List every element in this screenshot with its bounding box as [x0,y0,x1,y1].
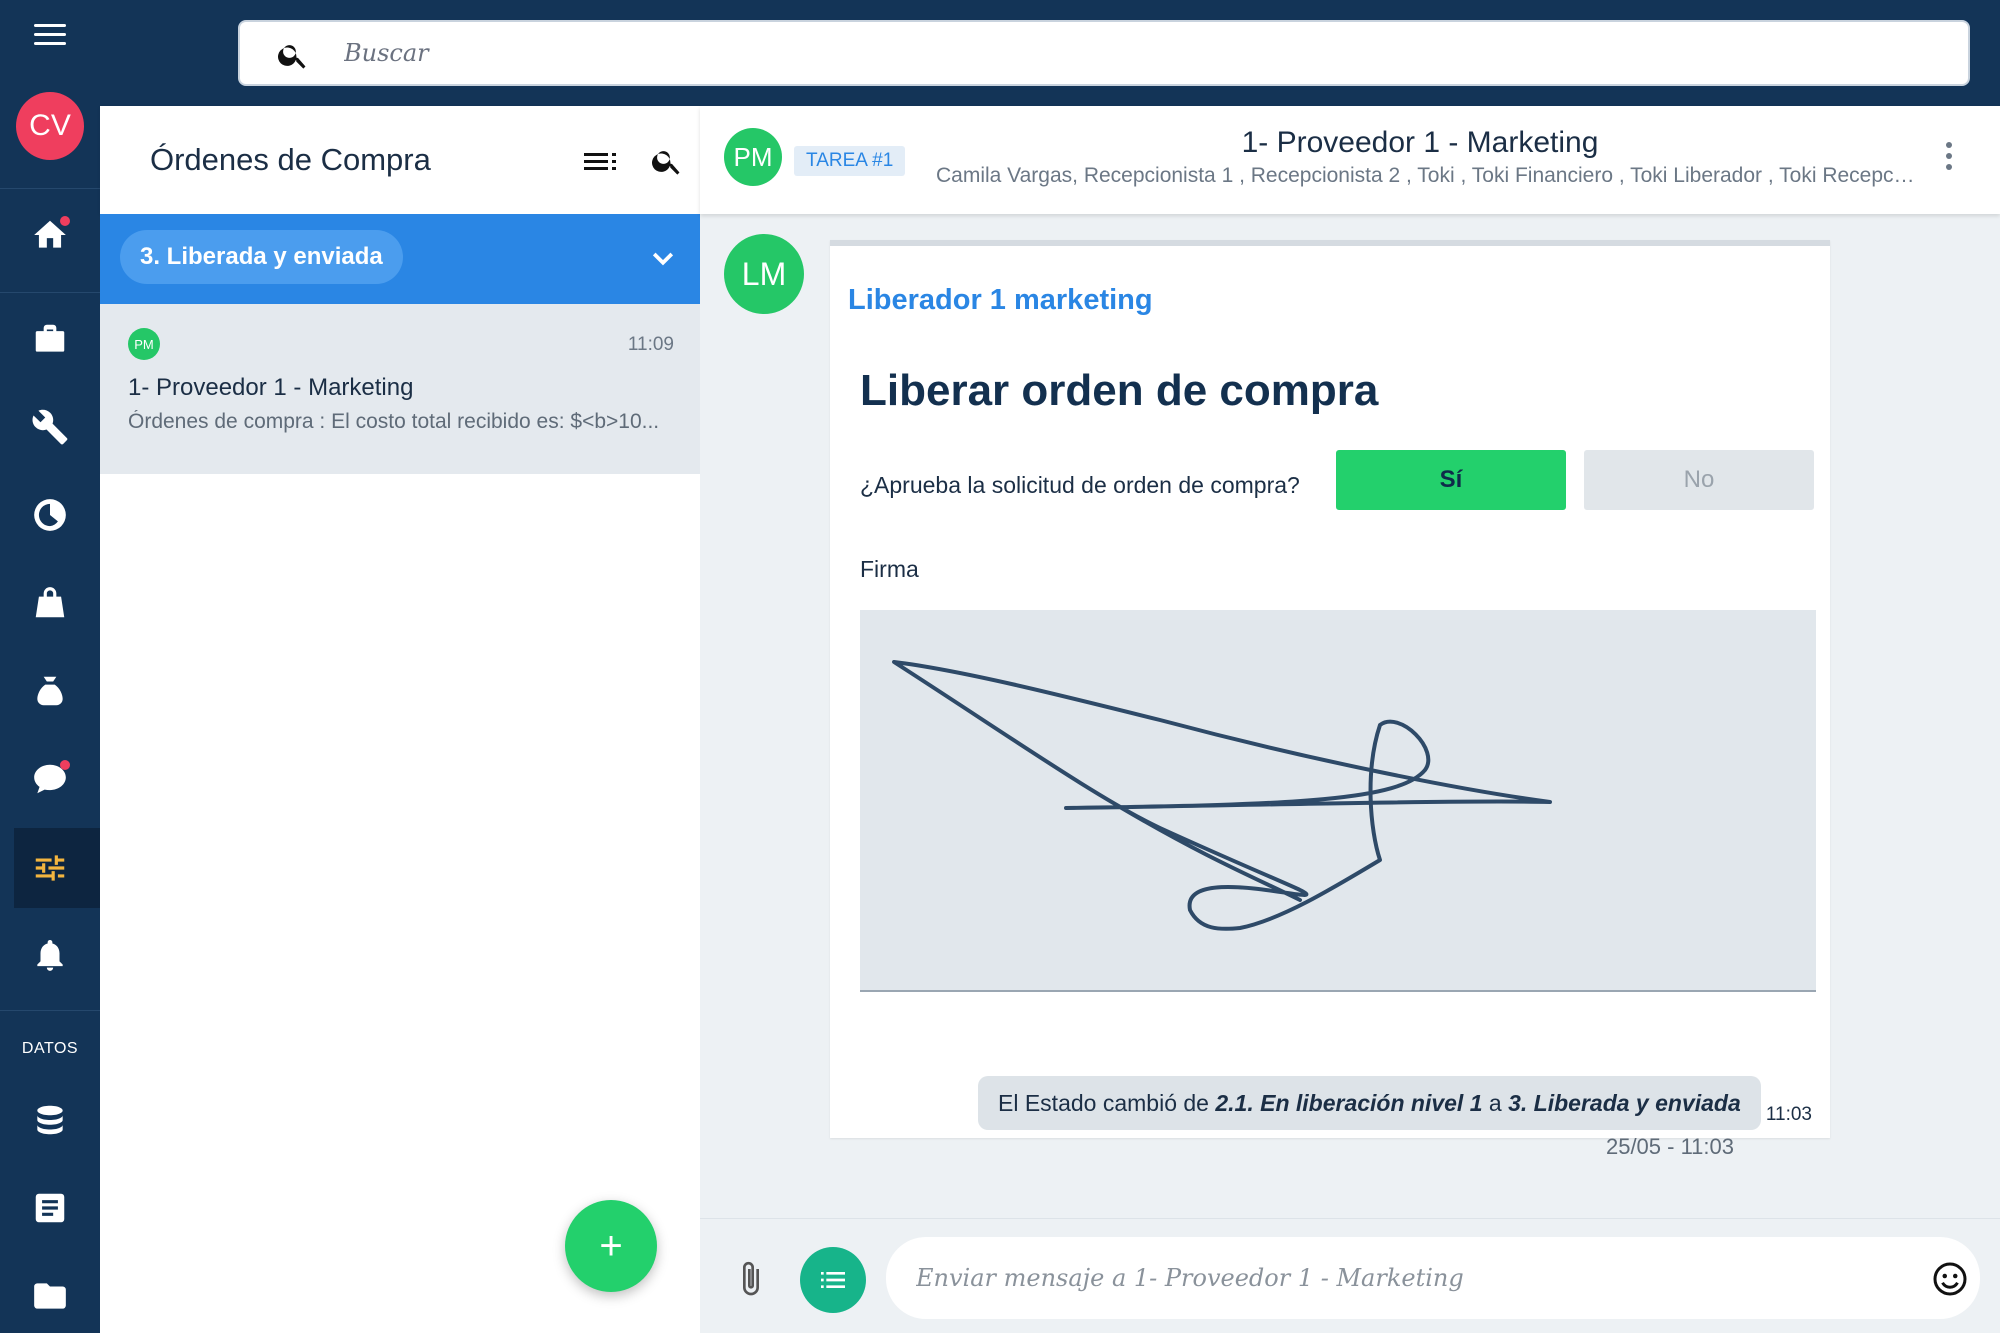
app-sidebar: CV DATOS [0,0,100,1333]
attach-icon[interactable] [736,1259,766,1299]
list-icon [821,1272,845,1288]
chevron-down-icon[interactable] [648,244,678,274]
status-filter-pill[interactable]: 3. Liberada y enviada [120,230,403,284]
message-time: 11:03 [1765,1104,1812,1125]
quick-actions-button[interactable] [800,1247,866,1313]
user-avatar[interactable]: CV [16,92,84,160]
money-bag-icon[interactable] [25,666,75,716]
conversation-list-panel: Órdenes de Compra 3. Liberada y enviada … [100,106,700,1333]
chat-view: PM TAREA #1 1- Proveedor 1 - Marketing C… [700,106,2000,1333]
list-title: Órdenes de Compra [150,142,431,177]
chat-title: 1- Proveedor 1 - Marketing [1241,126,1599,159]
approve-yes-button[interactable]: Sí [1336,450,1566,510]
avatar: PM [128,328,160,360]
signature-label: Firma [860,556,919,582]
status-change-message: El Estado cambió de 2.1. En liberación n… [978,1076,1761,1130]
list-item-time: 11:09 [627,334,674,355]
status-filter-bar[interactable]: 3. Liberada y enviada [100,214,700,304]
search-icon [278,45,306,69]
status-from: 2.1. En liberación nivel 1 [1215,1090,1483,1116]
global-search[interactable] [238,20,1970,86]
chat-header: PM TAREA #1 1- Proveedor 1 - Marketing C… [700,106,2000,214]
list-item-preview: Órdenes de compra : El costo total recib… [128,410,660,433]
top-bar [100,0,2000,106]
filter-list-icon[interactable] [584,150,618,174]
status-change-time: 25/05 - 11:03 [1605,1134,1734,1159]
more-options-icon[interactable] [1946,142,1954,176]
sender-avatar: LM [724,234,804,314]
message-input[interactable] [886,1237,1980,1319]
search-input[interactable] [344,32,1844,74]
briefcase-icon[interactable] [25,314,75,364]
sidebar-divider [0,292,100,293]
sidebar-section-label: DATOS [21,1040,79,1057]
plus-icon: + [599,1223,623,1268]
bag-icon[interactable] [25,578,75,628]
signature-pad [860,610,1816,992]
approve-no-button[interactable]: No [1584,450,1814,510]
database-icon[interactable] [25,1095,75,1145]
clock-icon[interactable] [25,490,75,540]
document-icon[interactable] [25,1183,75,1233]
message-sender: Liberador 1 marketing [848,284,1153,316]
message-composer [700,1218,2000,1333]
status-connector: a [1488,1090,1502,1116]
folder-icon[interactable] [25,1271,75,1321]
chat-members: Camila Vargas, Recepcionista 1 , Recepci… [936,164,1916,187]
wrench-icon[interactable] [25,402,75,452]
signature-drawing [892,660,1552,931]
chat-notification-dot [60,760,70,770]
form-title: Liberar orden de compra [860,366,1379,415]
sliders-icon[interactable] [25,843,75,893]
approval-question: ¿Aprueba la solicitud de orden de compra… [860,472,1300,498]
list-header: Órdenes de Compra [100,106,700,214]
list-item-name: 1- Proveedor 1 - Marketing [128,374,414,401]
list-item[interactable]: PM 11:09 1- Proveedor 1 - Marketing Órde… [100,304,700,474]
add-button[interactable]: + [565,1200,657,1292]
form-message-card: Liberador 1 marketing Liberar orden de c… [830,240,1830,1138]
emoji-icon[interactable] [1932,1261,1968,1297]
status-change-prefix: El Estado cambió de [998,1090,1209,1116]
menu-icon[interactable] [34,24,66,46]
sidebar-divider [0,1010,100,1011]
bell-icon[interactable] [25,930,75,980]
search-icon[interactable] [650,144,684,178]
home-notification-dot [60,216,70,226]
sidebar-divider [0,188,100,189]
status-to: 3. Liberada y enviada [1508,1090,1741,1116]
